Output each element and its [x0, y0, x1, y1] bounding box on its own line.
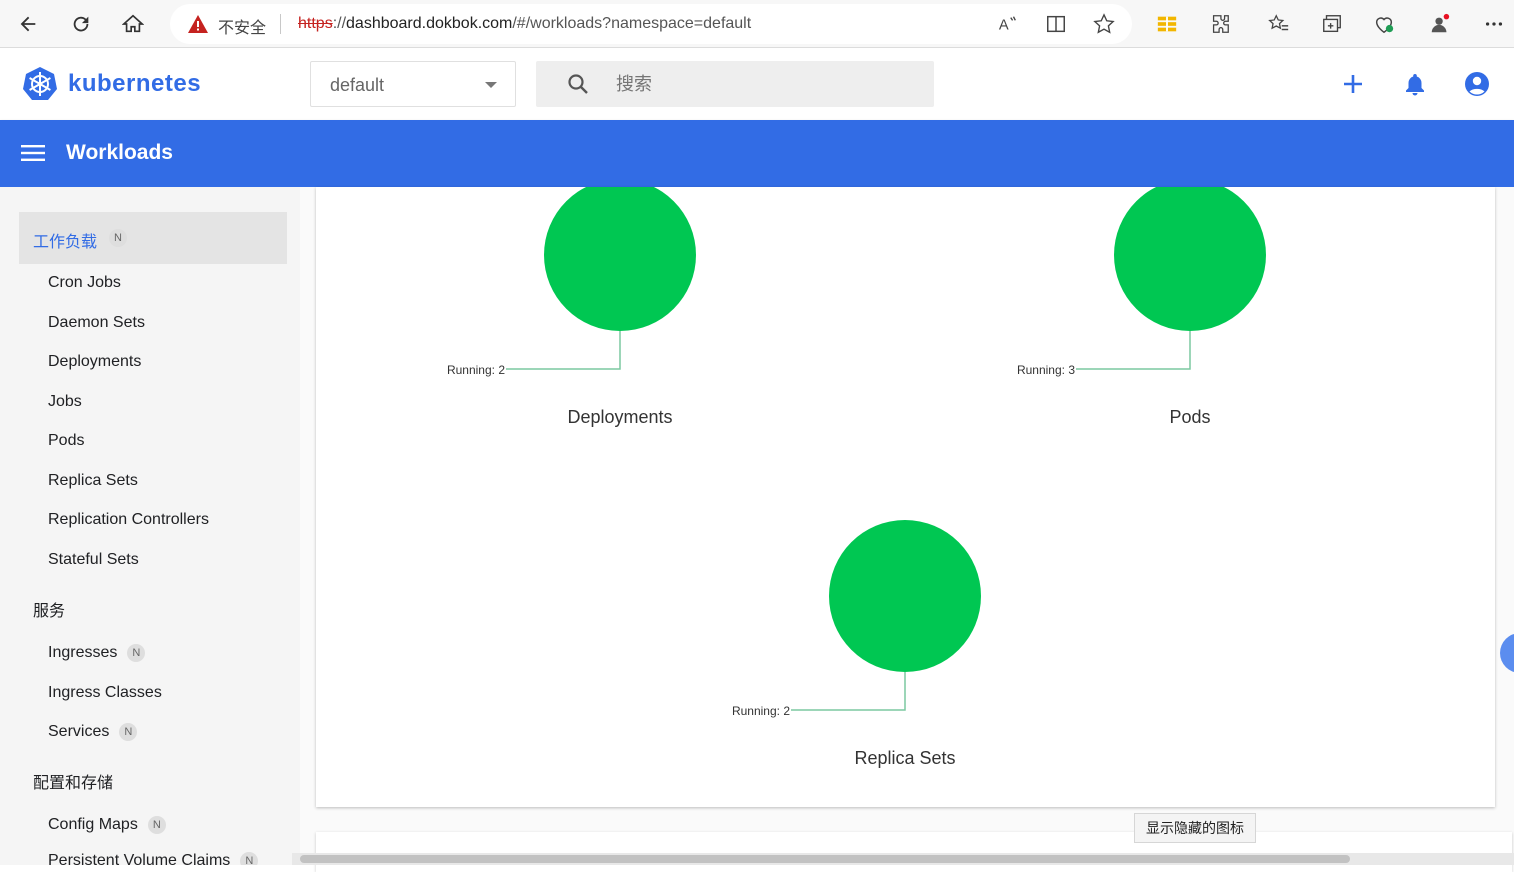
workload-status-charts: Running: 2 Deployments Running: 3 Pods Runni… — [447, 187, 1266, 768]
sidebar-item-label: Ingresses — [48, 644, 118, 661]
sidebar-item-pods[interactable]: Pods — [48, 432, 84, 450]
tray-tooltip: 显示隐藏的图标 — [1134, 813, 1256, 843]
sidebar-item-deployments[interactable]: Deployments — [48, 353, 141, 371]
insecure-label: 不安全 — [218, 20, 267, 37]
chevron-down-icon — [485, 82, 497, 88]
home-icon[interactable] — [117, 8, 149, 40]
sidebar-item-ingress-classes[interactable]: Ingress Classes — [48, 684, 162, 702]
bell-icon — [1406, 74, 1424, 96]
kubernetes-helm-icon — [23, 67, 57, 100]
main-content: Running: 2 Deployments Running: 3 Pods Runni… — [300, 187, 1514, 872]
sidebar-item-daemon-sets[interactable]: Daemon Sets — [48, 314, 145, 332]
namespaced-badge: N — [127, 644, 146, 662]
collections-icon[interactable] — [1316, 8, 1348, 40]
sidebar-item-label: Replication Controllers — [48, 511, 209, 528]
profile-icon[interactable] — [1424, 8, 1456, 40]
deployments-leader-line — [506, 331, 621, 370]
account-circle-icon — [1465, 72, 1489, 96]
pods-data-label: Running: 3 — [1017, 363, 1075, 377]
svg-text:A: A — [999, 18, 1009, 34]
search-icon — [566, 72, 590, 101]
favorites-list-icon[interactable] — [1263, 8, 1295, 40]
sidebar-item-stateful-sets[interactable]: Stateful Sets — [48, 551, 139, 569]
split-screen-icon[interactable] — [1040, 8, 1072, 40]
reload-icon[interactable] — [65, 8, 97, 40]
account-button[interactable] — [1461, 68, 1493, 100]
namespaced-badge: N — [147, 816, 166, 834]
deployments-slice-running — [544, 187, 696, 331]
sidebar-item-label: Pods — [48, 432, 85, 449]
page-title: Workloads — [66, 141, 173, 164]
pods-leader-line — [1076, 331, 1191, 370]
namespaced-badge: N — [119, 723, 138, 741]
replica-sets-data-label: Running: 2 — [732, 704, 790, 718]
namespace-select[interactable]: default — [310, 61, 516, 107]
app-header: kubernetes default — [0, 48, 1514, 120]
url-separator: :// — [332, 15, 347, 32]
url-host: dashboard.dokbok.com — [346, 15, 513, 32]
sidebar-item-label: Services — [48, 723, 110, 740]
sidebar-item-persistent-volume-claims[interactable]: Persistent Volume Claims N — [48, 852, 259, 865]
sidebar-item-label: Deployments — [48, 353, 142, 370]
sidebar-item-label: Daemon Sets — [48, 314, 145, 331]
create-button[interactable] — [1337, 68, 1369, 100]
sidebar-item-ingresses[interactable]: Ingresses N — [48, 644, 146, 662]
next-card — [316, 832, 1512, 872]
sidebar-section-config-storage[interactable]: 配置和存储 — [33, 769, 113, 793]
sidebar-item-label: Config Maps — [48, 816, 138, 833]
sidebar-item-label: Replica Sets — [48, 472, 138, 489]
namespace-value: default — [330, 75, 385, 95]
address-divider — [280, 14, 281, 34]
collections-grid-icon[interactable] — [1151, 8, 1183, 40]
sidebar-item-config-maps[interactable]: Config Maps N — [48, 816, 166, 834]
warning-icon — [188, 15, 208, 38]
sidebar-item-label: Jobs — [48, 393, 82, 410]
url-scheme: https — [298, 15, 333, 32]
sidebar-item-label: Stateful Sets — [48, 551, 139, 568]
hamburger-menu-icon[interactable] — [21, 144, 45, 167]
address-bar[interactable]: 不安全 https://dashboard.dokbok.com/#/workl… — [170, 4, 1132, 44]
scrollbar-thumb[interactable] — [300, 855, 1350, 863]
replica-sets-leader-line — [791, 672, 906, 711]
sidebar-item-label: Ingress Classes — [48, 684, 162, 701]
replica-sets-slice-running — [829, 520, 981, 672]
url-path: /#/workloads?namespace=default — [512, 15, 752, 32]
sidebar-item-jobs[interactable]: Jobs — [48, 393, 82, 411]
sidebar-item-label: Persistent Volume Claims — [48, 852, 231, 865]
sidebar-item-services[interactable]: Services N — [48, 723, 138, 741]
pods-slice-running — [1114, 187, 1266, 331]
replica-sets-chart-title: Replica Sets — [854, 748, 955, 768]
workload-status-card: Running: 2 Deployments Running: 3 Pods Runni… — [316, 187, 1495, 807]
extensions-icon[interactable] — [1204, 8, 1236, 40]
brand-name: kubernetes — [68, 70, 202, 97]
sidebar-section-workloads[interactable]: 工作负载 N — [19, 212, 287, 264]
sidebar-item-cron-jobs[interactable]: Cron Jobs — [48, 274, 121, 292]
kubernetes-logo[interactable]: kubernetes — [22, 66, 201, 102]
deployments-data-label: Running: 2 — [447, 363, 505, 377]
more-options-icon[interactable] — [1478, 8, 1510, 40]
notifications-button[interactable] — [1399, 68, 1431, 100]
sidebar-item-replication-controllers[interactable]: Replication Controllers — [48, 511, 209, 529]
read-aloud-icon[interactable]: A — [992, 8, 1024, 40]
search-input[interactable] — [616, 61, 916, 107]
pods-chart-title: Pods — [1169, 407, 1210, 427]
browser-essentials-icon[interactable] — [1368, 8, 1400, 40]
sidebar-section-label: 工作负载 — [33, 234, 98, 251]
browser-toolbar: 不安全 https://dashboard.dokbok.com/#/workl… — [0, 0, 1514, 48]
sidebar-item-label: Cron Jobs — [48, 274, 121, 291]
sidebar-section-service[interactable]: 服务 — [33, 597, 65, 621]
deployments-chart-title: Deployments — [567, 407, 672, 427]
page-title-bar: Workloads — [0, 120, 1514, 187]
sidebar-item-replica-sets[interactable]: Replica Sets — [48, 472, 138, 490]
url-text: https://dashboard.dokbok.com/#/workloads… — [298, 15, 751, 33]
back-icon[interactable] — [12, 8, 44, 40]
sidebar-nav: 工作负载 N Cron Jobs Daemon Sets Deployments… — [0, 187, 300, 865]
horizontal-scrollbar[interactable] — [292, 853, 1514, 865]
favorite-star-icon[interactable] — [1088, 8, 1120, 40]
namespaced-badge: N — [240, 852, 259, 865]
namespaced-badge: N — [109, 229, 127, 247]
search-box[interactable] — [536, 61, 934, 107]
plus-icon — [1344, 75, 1362, 93]
